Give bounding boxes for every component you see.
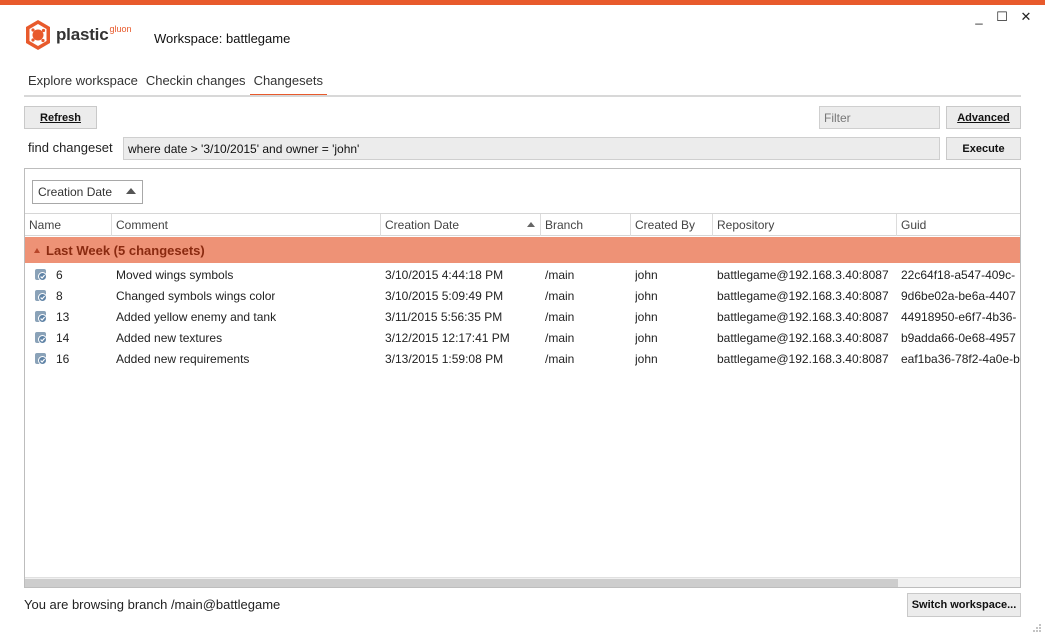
tabs-divider: [24, 95, 1021, 97]
chevron-up-icon: [126, 188, 136, 194]
cell-name: 13: [56, 310, 70, 324]
window-top-accent-bar: [0, 0, 1045, 5]
cell-created-by: john: [635, 268, 658, 282]
column-header-guid[interactable]: Guid: [897, 214, 1020, 236]
cell-guid: b9adda66-0e68-4957: [901, 331, 1016, 345]
cell-comment: Added yellow enemy and tank: [116, 310, 277, 324]
cell-repository: battlegame@192.168.3.40:8087: [717, 310, 889, 324]
resize-grip-icon[interactable]: [1032, 623, 1042, 633]
cell-guid: 44918950-e6f7-4b36-: [901, 310, 1017, 324]
workspace-title: Workspace: battlegame: [154, 31, 291, 46]
plastic-gluon-logo: plastic gluon: [24, 19, 132, 51]
collapse-triangle-icon[interactable]: [34, 247, 40, 253]
cell-name: 8: [56, 289, 63, 303]
cell-creation-date: 3/11/2015 5:56:35 PM: [385, 310, 503, 324]
cell-repository: battlegame@192.168.3.40:8087: [717, 331, 889, 345]
cell-guid: 22c64f18-a547-409c-: [901, 268, 1016, 282]
refresh-button[interactable]: Refresh: [24, 106, 97, 129]
cell-created-by: john: [635, 331, 658, 345]
tab-explore-workspace[interactable]: Explore workspace: [24, 72, 142, 96]
cell-guid: 9d6be02a-be6a-4407: [901, 289, 1016, 303]
cell-repository: battlegame@192.168.3.40:8087: [717, 289, 889, 303]
column-header-creation-date-label: Creation Date: [385, 218, 460, 232]
changeset-icon: [35, 269, 47, 281]
cell-comment: Moved wings symbols: [116, 268, 234, 282]
table-row[interactable]: 16 Added new requirements 3/13/2015 1:59:0…: [25, 349, 1020, 370]
logo-word: plastic: [56, 25, 109, 44]
group-label: Last Week (5 changesets): [46, 242, 205, 258]
advanced-button[interactable]: Advanced: [946, 106, 1021, 129]
group-row-last-week[interactable]: Last Week (5 changesets): [25, 237, 1020, 263]
minimize-button[interactable]: _: [968, 8, 990, 26]
logo-suffix: gluon: [109, 24, 132, 34]
cell-branch: /main: [545, 310, 575, 324]
find-changeset-label: find changeset: [28, 140, 113, 155]
execute-button[interactable]: Execute: [946, 137, 1021, 160]
changeset-icon: [35, 290, 47, 302]
plastic-logo-icon: [26, 20, 50, 50]
cell-branch: /main: [545, 331, 575, 345]
horizontal-scrollbar[interactable]: [25, 577, 1020, 587]
cell-guid: eaf1ba36-78f2-4a0e-b: [901, 352, 1020, 366]
cell-created-by: john: [635, 352, 658, 366]
cell-repository: battlegame@192.168.3.40:8087: [717, 268, 889, 282]
changeset-icon: [35, 353, 47, 365]
horizontal-scrollbar-thumb[interactable]: [25, 579, 898, 587]
cell-created-by: john: [635, 310, 658, 324]
switch-workspace-button[interactable]: Switch workspace...: [907, 593, 1021, 617]
cell-creation-date: 3/10/2015 5:09:49 PM: [385, 289, 504, 303]
main-tabs: Explore workspace Checkin changes Change…: [24, 72, 328, 97]
cell-branch: /main: [545, 289, 575, 303]
close-button[interactable]: ✕: [1015, 8, 1037, 26]
sort-ascending-icon: [527, 222, 535, 227]
tab-changesets[interactable]: Changesets: [249, 72, 328, 97]
filter-input[interactable]: Filter: [819, 106, 940, 129]
maximize-button[interactable]: ☐: [991, 8, 1013, 26]
group-by-dropdown[interactable]: Creation Date: [32, 180, 143, 204]
cell-creation-date: 3/10/2015 4:44:18 PM: [385, 268, 504, 282]
cell-comment: Added new requirements: [116, 352, 250, 366]
cell-name: 16: [56, 352, 70, 366]
query-input[interactable]: where date > '3/10/2015' and owner = 'jo…: [123, 137, 940, 160]
table-header: Name Comment Creation Date Branch Create…: [25, 213, 1020, 236]
status-text: You are browsing branch /main@battlegame: [24, 597, 281, 612]
cell-comment: Changed symbols wings color: [116, 289, 276, 303]
changeset-icon: [35, 332, 47, 344]
changesets-panel: Creation Date Name Comment Creation Date…: [24, 168, 1021, 588]
cell-created-by: john: [635, 289, 658, 303]
column-header-branch[interactable]: Branch: [541, 214, 631, 236]
cell-branch: /main: [545, 352, 575, 366]
column-header-name[interactable]: Name: [25, 214, 112, 236]
column-header-repository[interactable]: Repository: [713, 214, 897, 236]
cell-creation-date: 3/13/2015 1:59:08 PM: [385, 352, 504, 366]
table-row[interactable]: 6 Moved wings symbols 3/10/2015 4:44:18 PM…: [25, 265, 1020, 286]
cell-comment: Added new textures: [116, 331, 223, 345]
changeset-icon: [35, 311, 47, 323]
column-header-creation-date[interactable]: Creation Date: [381, 214, 541, 236]
column-header-comment[interactable]: Comment: [112, 214, 381, 236]
table-row[interactable]: 14 Added new textures 3/12/2015 12:17:41 P…: [25, 328, 1020, 349]
cell-repository: battlegame@192.168.3.40:8087: [717, 352, 889, 366]
cell-name: 14: [56, 331, 70, 345]
cell-name: 6: [56, 268, 63, 282]
column-header-created-by[interactable]: Created By: [631, 214, 713, 236]
table-row[interactable]: 8 Changed symbols wings color 3/10/2015 5:…: [25, 286, 1020, 307]
cell-creation-date: 3/12/2015 12:17:41 PM: [385, 331, 510, 345]
table-row[interactable]: 13 Added yellow enemy and tank 3/11/2015 5…: [25, 307, 1020, 328]
group-by-value: Creation Date: [38, 185, 113, 199]
tab-checkin-changes[interactable]: Checkin changes: [142, 72, 250, 96]
cell-branch: /main: [545, 268, 575, 282]
